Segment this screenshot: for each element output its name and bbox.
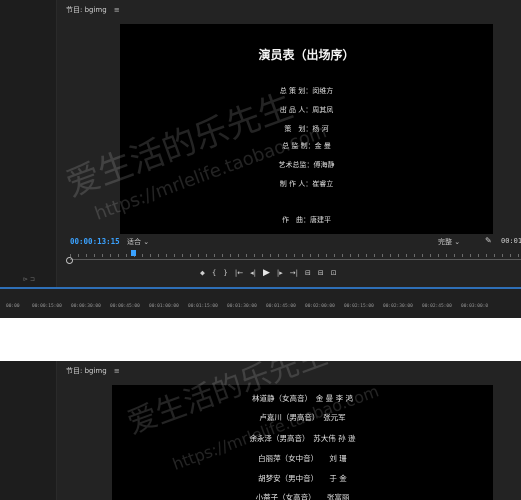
- cast-line: 小蒂子（女高音） 张富丽: [255, 493, 350, 500]
- timeline-label: 00:01:15:00: [188, 304, 218, 309]
- playhead-marker-icon[interactable]: [131, 250, 136, 256]
- credit-line: 作 曲：唐建平: [282, 216, 331, 224]
- timeline-label: 00:02:30:00: [383, 304, 413, 309]
- left-panel-strip: [0, 361, 57, 500]
- panel-menu-icon[interactable]: ≡: [114, 6, 120, 14]
- mark-in-button[interactable]: {: [212, 269, 216, 277]
- cast-line: 胡梦安（男中音） 于 金: [258, 474, 347, 483]
- timeline-label: 00:01:00:00: [149, 304, 179, 309]
- panel-footer-icons[interactable]: ⊳ ⊐: [23, 276, 35, 283]
- program-monitor-top: 节目: bgimg ≡ 演员表（出场序） 总 策 划：闵维方 出 品 人：周其凤…: [0, 0, 521, 318]
- credit-line: 策 划：杨 河: [284, 125, 329, 133]
- left-panel-strip: [0, 0, 57, 318]
- video-frame: 演员表（出场序） 总 策 划：闵维方 出 品 人：周其凤 策 划：杨 河 总 监…: [120, 24, 493, 234]
- export-frame-camera-icon[interactable]: ⊡: [331, 269, 337, 277]
- playback-resolution-select[interactable]: 完整 ⌄: [438, 237, 460, 247]
- cast-line: 卢嘉川（男高音） 张元军: [259, 413, 346, 422]
- transport-controls: ⬥ { } |← ◂| ▶ |▸ →| ⊟ ⊟ ⊡: [200, 266, 337, 280]
- step-back-button[interactable]: ◂|: [250, 269, 256, 277]
- credit-line: 出 品 人：周其凤: [279, 106, 334, 114]
- settings-wrench-icon[interactable]: ✎: [485, 236, 492, 245]
- playhead-timecode[interactable]: 00:00:13:15: [70, 237, 120, 246]
- ruler-baseline: [70, 259, 521, 260]
- program-monitor-bottom: 节目: bgimg ≡ 林道静（女高音） 金 曼 李 鸿 卢嘉川（男高音） 张元…: [0, 361, 521, 500]
- step-forward-button[interactable]: |▸: [277, 269, 283, 277]
- timeline-ruler[interactable]: 00:00 00:00:15:00 00:00:30:00 00:00:45:0…: [0, 287, 521, 318]
- program-panel-tab-label[interactable]: 节目: bgimg: [66, 6, 107, 14]
- zoom-handle-icon[interactable]: [66, 257, 73, 264]
- timeline-label: 00:01:30:00: [227, 304, 257, 309]
- timeline-label: 00:02:45:00: [422, 304, 452, 309]
- credit-line: 总 监 制：金 曼: [282, 142, 331, 150]
- credit-line: 艺术总监：傅海静: [278, 161, 335, 169]
- chevron-down-icon: ⌄: [454, 238, 461, 246]
- program-panel-tab[interactable]: 节目: bgimg ≡: [66, 366, 120, 376]
- extract-button[interactable]: ⊟: [318, 269, 324, 277]
- playback-resolution-label: 完整: [438, 238, 452, 246]
- timeline-label: 00:00:30:00: [71, 304, 101, 309]
- mark-out-button[interactable]: }: [223, 269, 227, 277]
- timeline-label: 00:02:00:00: [305, 304, 335, 309]
- timeline-label: 00:00: [6, 304, 20, 309]
- zoom-fit-label: 适合: [127, 238, 141, 246]
- monitor-controls-row: 00:00:13:15 适合 ⌄ 完整 ⌄ ✎ 00:01: [57, 235, 521, 249]
- add-marker-button[interactable]: ⬥: [200, 269, 205, 278]
- cast-line: 白丽萍（女中音） 刘 珊: [258, 454, 347, 463]
- credit-line: 总 策 划：闵维方: [279, 87, 334, 95]
- credits-title: 演员表（出场序）: [258, 48, 355, 62]
- timeline-label: 00:00:45:00: [110, 304, 140, 309]
- duration-timecode: 00:01: [501, 237, 521, 245]
- timeline-label: 00:03:00:0: [461, 304, 489, 309]
- video-frame: 林道静（女高音） 金 曼 李 鸿 卢嘉川（男高音） 张元军 余永泽（男高音） 苏…: [112, 385, 493, 500]
- program-panel-tab-label[interactable]: 节目: bgimg: [66, 367, 107, 375]
- cast-line: 余永泽（男高音） 苏大伟 孙 逊: [249, 434, 356, 443]
- go-to-in-button[interactable]: |←: [235, 269, 243, 277]
- zoom-fit-select[interactable]: 适合 ⌄: [127, 237, 149, 247]
- timeline-label: 00:00:15:00: [32, 304, 62, 309]
- credit-line: 制 作 人：崔睿立: [279, 180, 334, 188]
- program-panel-tab[interactable]: 节目: bgimg ≡: [66, 5, 120, 15]
- panel-menu-icon[interactable]: ≡: [114, 367, 120, 375]
- timeline-label: 00:02:15:00: [344, 304, 374, 309]
- chevron-down-icon: ⌄: [143, 238, 150, 246]
- timeline-label: 00:01:45:00: [266, 304, 296, 309]
- go-to-out-button[interactable]: →|: [290, 269, 298, 277]
- cast-line: 林道静（女高音） 金 曼 李 鸿: [252, 394, 353, 403]
- play-button[interactable]: ▶: [263, 268, 270, 278]
- lift-button[interactable]: ⊟: [305, 269, 311, 277]
